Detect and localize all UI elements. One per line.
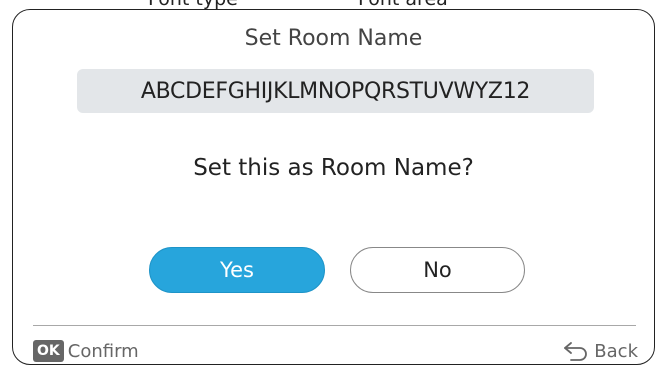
confirm-hint[interactable]: OK Confirm [33, 338, 139, 364]
no-button[interactable]: No [350, 247, 525, 293]
confirm-question: Set this as Room Name? [193, 155, 474, 181]
ok-key-icon: OK [33, 340, 64, 362]
back-hint[interactable]: Back [562, 338, 638, 364]
footer-bar: OK Confirm Back [33, 338, 638, 364]
dialog-screen: Set Room Name ABCDEFGHIJKLMNOPQRSTUVWYZ1… [12, 9, 655, 365]
yes-button[interactable]: Yes [149, 247, 325, 293]
return-arrow-icon [562, 340, 590, 362]
no-button-label: No [423, 258, 452, 282]
back-label: Back [594, 340, 638, 362]
room-name-display: ABCDEFGHIJKLMNOPQRSTUVWYZ12 [77, 69, 594, 113]
footer-divider [33, 325, 636, 326]
confirm-label: Confirm [67, 340, 139, 362]
dialog-title: Set Room Name [244, 26, 423, 51]
yes-button-label: Yes [220, 258, 254, 282]
